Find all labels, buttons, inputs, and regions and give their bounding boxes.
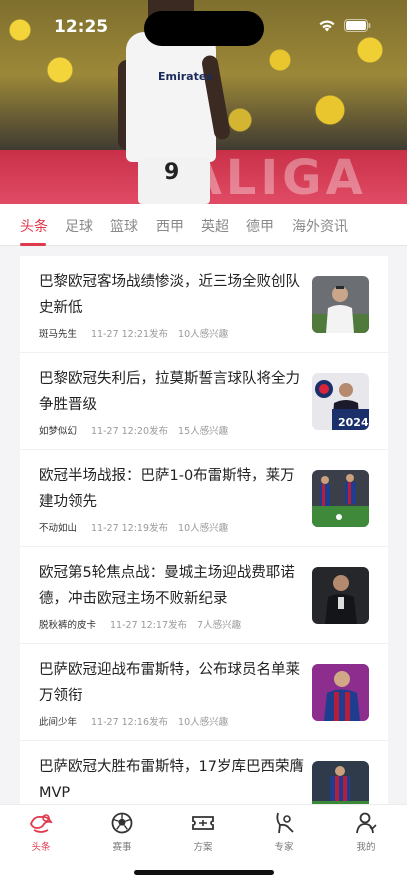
news-thumbnail (312, 761, 369, 804)
news-item[interactable]: 巴黎欧冠客场战绩惨淡，近三场全败创队史新低 斑马先生 11-27 12:21发布 1… (20, 256, 388, 353)
news-item[interactable]: 欧冠第5轮焦点战：曼城主场迎战费耶诺德，冲击欧冠主场不败新纪录 脱秋裤的皮卡 11… (20, 547, 388, 644)
news-thumbnail (312, 567, 369, 624)
news-author: 不动如山 (39, 523, 78, 534)
news-title: 欧冠第5轮焦点战：曼城主场迎战费耶诺德，冲击欧冠主场不败新纪录 (39, 565, 295, 607)
active-tab-indicator (20, 243, 46, 246)
news-meta: 斑马先生 11-27 12:21发布 10人感兴趣 (39, 326, 228, 340)
news-interest: 7人感兴趣 (197, 620, 242, 631)
player-shirt (126, 32, 216, 162)
tabbar-label: 我的 (356, 842, 376, 853)
tabbar-headlines[interactable]: 头条 (11, 810, 71, 853)
headline-icon (28, 810, 54, 836)
home-indicator (134, 870, 274, 875)
tabbar-label: 赛事 (112, 842, 132, 853)
news-interest: 10人感兴趣 (178, 523, 229, 534)
tab-football[interactable]: 足球 (65, 216, 93, 236)
shirt-number: 9 (164, 160, 180, 185)
news-meta: 脱秋裤的皮卡 11-27 12:17发布 7人感兴趣 (39, 617, 241, 631)
news-author: 斑马先生 (39, 329, 78, 340)
news-interest: 10人感兴趣 (178, 717, 229, 728)
tab-overseas-news[interactable]: 海外资讯 (292, 216, 348, 236)
news-item[interactable]: 巴萨欧冠大胜布雷斯特，17岁库巴西荣膺MVP (20, 741, 388, 804)
tabbar-mine[interactable]: 我的 (336, 810, 396, 853)
news-time: 11-27 12:19发布 (91, 523, 169, 534)
tab-headlines[interactable]: 头条 (20, 216, 48, 236)
news-list: 巴黎欧冠客场战绩惨淡，近三场全败创队史新低 斑马先生 11-27 12:21发布 1… (20, 256, 388, 804)
ticket-icon (190, 810, 216, 836)
news-item[interactable]: 巴黎欧冠失利后，拉莫斯誓言球队将全力争胜晋级 如梦似幻 11-27 12:20发布… (20, 353, 388, 450)
news-time: 11-27 12:20发布 (91, 426, 169, 437)
news-title: 巴黎欧冠失利后，拉莫斯誓言球队将全力争胜晋级 (39, 371, 300, 413)
news-title: 巴萨欧冠迎战布雷斯特，公布球员名单莱万领衔 (39, 662, 300, 704)
tabbar-label: 专家 (274, 842, 294, 853)
shirt-sponsor: Emirates (158, 70, 213, 83)
tabbar-label: 方案 (193, 842, 213, 853)
wifi-icon (318, 19, 336, 32)
status-time: 12:25 (54, 17, 109, 37)
news-author: 脱秋裤的皮卡 (39, 620, 97, 631)
news-interest: 10人感兴趣 (178, 329, 229, 340)
news-interest: 15人感兴趣 (178, 426, 229, 437)
news-author: 此间少年 (39, 717, 78, 728)
psg-banner-text: 2024 (338, 416, 369, 429)
news-time: 11-27 12:16发布 (91, 717, 169, 728)
news-meta: 不动如山 11-27 12:19发布 10人感兴趣 (39, 520, 228, 534)
category-tabs: 头条 足球 篮球 西甲 英超 德甲 海外资讯 (0, 204, 407, 246)
news-item[interactable]: 欧冠半场战报：巴萨1-0布雷斯特，莱万建功领先 不动如山 11-27 12:19发… (20, 450, 388, 547)
profile-icon (353, 810, 379, 836)
status-icons (318, 19, 371, 32)
news-meta: 如梦似幻 11-27 12:20发布 15人感兴趣 (39, 423, 228, 437)
tab-premier-league[interactable]: 英超 (201, 216, 229, 236)
tab-laliga[interactable]: 西甲 (156, 216, 184, 236)
tabbar-label: 头条 (31, 842, 51, 853)
news-thumbnail: 2024 (312, 373, 369, 430)
news-author: 如梦似幻 (39, 426, 78, 437)
news-meta: 此间少年 11-27 12:16发布 10人感兴趣 (39, 714, 228, 728)
news-time: 11-27 12:21发布 (91, 329, 169, 340)
soccer-ball-icon (109, 810, 135, 836)
news-title: 欧冠半场战报：巴萨1-0布雷斯特，莱万建功领先 (39, 468, 295, 510)
news-title: 巴萨欧冠大胜布雷斯特，17岁库巴西荣膺MVP (39, 759, 304, 801)
tab-basketball[interactable]: 篮球 (110, 216, 138, 236)
expert-icon (271, 810, 297, 836)
tabbar-experts[interactable]: 专家 (254, 810, 314, 853)
news-thumbnail (312, 470, 369, 527)
news-thumbnail (312, 664, 369, 721)
news-thumbnail (312, 276, 369, 333)
news-time: 11-27 12:17发布 (110, 620, 188, 631)
tabbar-plans[interactable]: 方案 (173, 810, 233, 853)
dynamic-island (144, 11, 264, 46)
news-item[interactable]: 巴萨欧冠迎战布雷斯特，公布球员名单莱万领衔 此间少年 11-27 12:16发布 1… (20, 644, 388, 741)
battery-icon (344, 19, 371, 32)
news-title: 巴黎欧冠客场战绩惨淡，近三场全败创队史新低 (39, 274, 300, 316)
tab-bundesliga[interactable]: 德甲 (246, 216, 274, 236)
tabbar-matches[interactable]: 赛事 (92, 810, 152, 853)
